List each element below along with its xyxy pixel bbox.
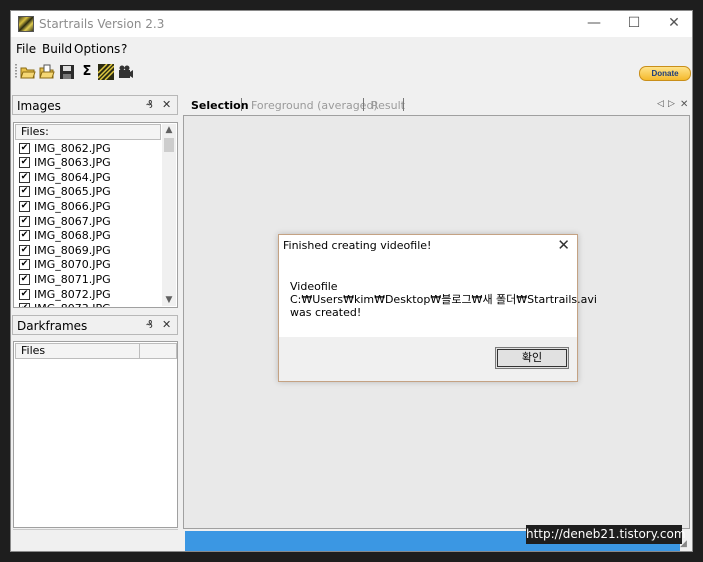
file-name: IMG_8066.JPG xyxy=(34,199,111,213)
darkframes-list[interactable]: Files xyxy=(13,341,178,528)
file-name: IMG_8065.JPG xyxy=(34,185,111,199)
file-name: IMG_8068.JPG xyxy=(34,229,111,243)
ok-button[interactable]: 확인 xyxy=(495,347,569,369)
sigma-icon[interactable]: Σ xyxy=(79,64,95,80)
file-name: IMG_8063.JPG xyxy=(34,156,111,170)
tab-foreground-averaged[interactable]: Foreground (averaged) xyxy=(251,99,378,112)
scroll-up-icon[interactable]: ▲ xyxy=(162,125,176,135)
file-checkbox[interactable]: ✔ xyxy=(19,157,30,169)
file-checkbox[interactable]: ✔ xyxy=(19,142,30,154)
menu-options[interactable]: Options xyxy=(74,42,120,56)
list-item[interactable]: ✔ IMG_8066.JPG xyxy=(19,199,111,213)
darkframes-pin-icon[interactable]: ₰ xyxy=(146,318,153,331)
list-item[interactable]: ✔ IMG_8062.JPG xyxy=(19,141,111,155)
open-darkframes-icon[interactable] xyxy=(39,64,55,80)
menu-build[interactable]: Build xyxy=(42,42,72,56)
toolbar-grip[interactable] xyxy=(15,64,17,79)
file-name: IMG_8064.JPG xyxy=(34,170,111,184)
minimize-button[interactable]: — xyxy=(574,11,614,37)
list-item[interactable]: ✔ IMG_8069.JPG xyxy=(19,243,111,257)
dialog-message: Videofile C:₩Users₩kim₩Desktop₩블로그₩새 폴더₩… xyxy=(290,280,597,319)
startrails-icon[interactable] xyxy=(97,63,115,81)
file-checkbox[interactable]: ✔ xyxy=(19,259,30,271)
list-item[interactable]: ✔ IMG_8065.JPG xyxy=(19,185,111,199)
darkframes-panel-title: Darkframes xyxy=(17,319,88,333)
file-name: IMG_8067.JPG xyxy=(34,214,111,228)
tab-selection[interactable]: Selection xyxy=(191,99,249,112)
list-item[interactable]: ✔ IMG_8073.JPG xyxy=(19,302,111,307)
darkframes-extra-column-header[interactable] xyxy=(139,343,177,359)
dialog-close-icon[interactable]: ✕ xyxy=(557,236,570,254)
list-item[interactable]: ✔ IMG_8064.JPG xyxy=(19,170,111,184)
startrails-app-icon xyxy=(18,16,34,32)
file-checkbox[interactable]: ✔ xyxy=(19,186,30,198)
file-checkbox[interactable]: ✔ xyxy=(19,273,30,285)
file-checkbox[interactable]: ✔ xyxy=(19,230,30,242)
file-checkbox[interactable]: ✔ xyxy=(19,288,30,300)
list-item[interactable]: ✔ IMG_8067.JPG xyxy=(19,214,111,228)
list-item[interactable]: ✔ IMG_8068.JPG xyxy=(19,229,111,243)
watermark-url: http://deneb21.tistory.com xyxy=(526,525,686,544)
list-item[interactable]: ✔ IMG_8072.JPG xyxy=(19,287,111,301)
tab-next-icon[interactable]: ▷ xyxy=(668,99,675,109)
menu-bar: File Build Options ? xyxy=(11,37,692,59)
pin-icon[interactable]: ₰ xyxy=(146,98,153,111)
menu-file[interactable]: File xyxy=(16,42,36,56)
list-item[interactable]: ✔ IMG_8071.JPG xyxy=(19,272,111,286)
status-bar xyxy=(13,529,178,550)
file-checkbox[interactable]: ✔ xyxy=(19,200,30,212)
menu-help[interactable]: ? xyxy=(121,42,127,56)
file-name: IMG_8070.JPG xyxy=(34,258,111,272)
tab-divider xyxy=(363,98,364,111)
file-name: IMG_8072.JPG xyxy=(34,287,111,301)
tab-divider xyxy=(241,98,242,111)
open-folder-icon[interactable] xyxy=(20,64,36,80)
images-panel-close-icon[interactable]: ✕ xyxy=(162,98,171,111)
images-panel-title: Images xyxy=(17,99,61,113)
donate-button[interactable]: Donate xyxy=(639,66,691,81)
file-checkbox[interactable]: ✔ xyxy=(19,171,30,183)
message-dialog: Finished creating videofile! ✕ Videofile… xyxy=(278,234,597,382)
close-window-button[interactable]: ✕ xyxy=(654,11,692,37)
file-checkbox[interactable]: ✔ xyxy=(19,215,30,227)
save-icon[interactable] xyxy=(59,64,75,80)
tab-prev-icon[interactable]: ◁ xyxy=(657,99,664,109)
file-name: IMG_8071.JPG xyxy=(34,272,111,286)
title-bar: Startrails Version 2.3 — ☐ ✕ xyxy=(11,11,692,37)
view-tabs: Selection Foreground (averaged) Result ◁… xyxy=(183,95,692,115)
file-checkbox[interactable]: ✔ xyxy=(19,303,30,307)
scroll-thumb[interactable] xyxy=(164,138,174,152)
file-checkbox[interactable]: ✔ xyxy=(19,244,30,256)
tab-close-icon[interactable]: ✕ xyxy=(680,99,688,110)
tab-divider xyxy=(403,98,404,111)
file-name: IMG_8069.JPG xyxy=(34,243,111,257)
scroll-down-icon[interactable]: ▼ xyxy=(162,295,176,305)
darkframes-files-column-header[interactable]: Files xyxy=(15,343,140,359)
file-name: IMG_8062.JPG xyxy=(34,141,111,155)
dialog-footer: 확인 xyxy=(279,337,577,381)
list-item[interactable]: ✔ IMG_8070.JPG xyxy=(19,258,111,272)
images-file-list[interactable]: Files: ✔ IMG_8062.JPG ✔ IMG_8063.JPG ✔ IMG_80… xyxy=(13,122,178,308)
darkframes-panel-header: Darkframes ₰ ✕ xyxy=(12,315,178,335)
darkframes-panel-close-icon[interactable]: ✕ xyxy=(162,318,171,331)
video-icon[interactable] xyxy=(118,64,134,80)
file-name: IMG_8073.JPG xyxy=(34,302,111,307)
images-panel-header: Images ₰ ✕ xyxy=(12,95,178,115)
dialog-title: Finished creating videofile! xyxy=(283,239,432,252)
tab-result[interactable]: Result xyxy=(371,99,405,112)
maximize-button[interactable]: ☐ xyxy=(614,11,654,37)
files-column-header[interactable]: Files: xyxy=(15,124,161,140)
window-title: Startrails Version 2.3 xyxy=(39,17,165,31)
images-scrollbar[interactable]: ▲ ▼ xyxy=(162,124,176,306)
toolbar: Σ xyxy=(11,60,692,84)
list-item[interactable]: ✔ IMG_8063.JPG xyxy=(19,156,111,170)
